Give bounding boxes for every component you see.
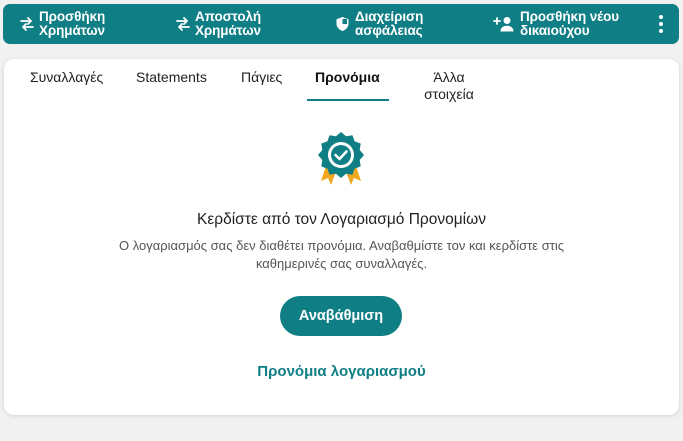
add-beneficiary-button[interactable]: Προσθήκη νέου δικαιούχου bbox=[493, 4, 619, 44]
account-benefits-link[interactable]: Προνόμια λογαριασμού bbox=[4, 363, 679, 380]
add-beneficiary-label: Προσθήκη νέου δικαιούχου bbox=[520, 9, 620, 38]
send-money-button[interactable]: Αποστολή Χρημάτων bbox=[176, 4, 261, 44]
tab-other-details[interactable]: Άλλα στοιχεία bbox=[416, 69, 482, 103]
security-management-label: Διαχείριση ασφάλειας bbox=[355, 9, 424, 38]
add-money-button[interactable]: Προσθήκη Χρημάτων bbox=[20, 4, 105, 44]
active-tab-indicator bbox=[307, 99, 389, 101]
award-badge-icon bbox=[317, 131, 365, 192]
kebab-dot bbox=[659, 22, 663, 26]
shield-icon bbox=[335, 16, 350, 32]
security-management-button[interactable]: Διαχείριση ασφάλειας bbox=[335, 4, 423, 44]
transfer-arrows-icon bbox=[176, 17, 190, 31]
promo-heading: Κερδίστε από τον Λογαριασμό Προνομίων bbox=[197, 211, 486, 228]
add-money-label: Προσθήκη Χρημάτων bbox=[39, 9, 106, 38]
kebab-dot bbox=[659, 15, 663, 19]
tab-standing-orders[interactable]: Πάγιες bbox=[241, 69, 282, 86]
more-options-icon[interactable] bbox=[653, 14, 669, 34]
tab-transactions[interactable]: Συναλλαγές bbox=[30, 69, 103, 86]
kebab-dot bbox=[659, 29, 663, 33]
send-money-label: Αποστολή Χρημάτων bbox=[195, 9, 262, 38]
promo-description: Ο λογαριασμός σας δεν διαθέτει προνόμια.… bbox=[118, 238, 565, 271]
upgrade-button[interactable]: Αναβάθμιση bbox=[280, 296, 402, 336]
quick-actions-bar: Προσθήκη Χρημάτων Αποστολή Χρημάτων Διαχ… bbox=[3, 4, 679, 44]
transfer-arrows-icon bbox=[20, 17, 34, 31]
tab-statements[interactable]: Statements bbox=[136, 69, 207, 86]
tab-benefits[interactable]: Προνόμια bbox=[315, 69, 380, 86]
add-person-icon bbox=[493, 16, 515, 32]
benefits-card: Συναλλαγές Statements Πάγιες Προνόμια Άλ… bbox=[4, 59, 679, 415]
